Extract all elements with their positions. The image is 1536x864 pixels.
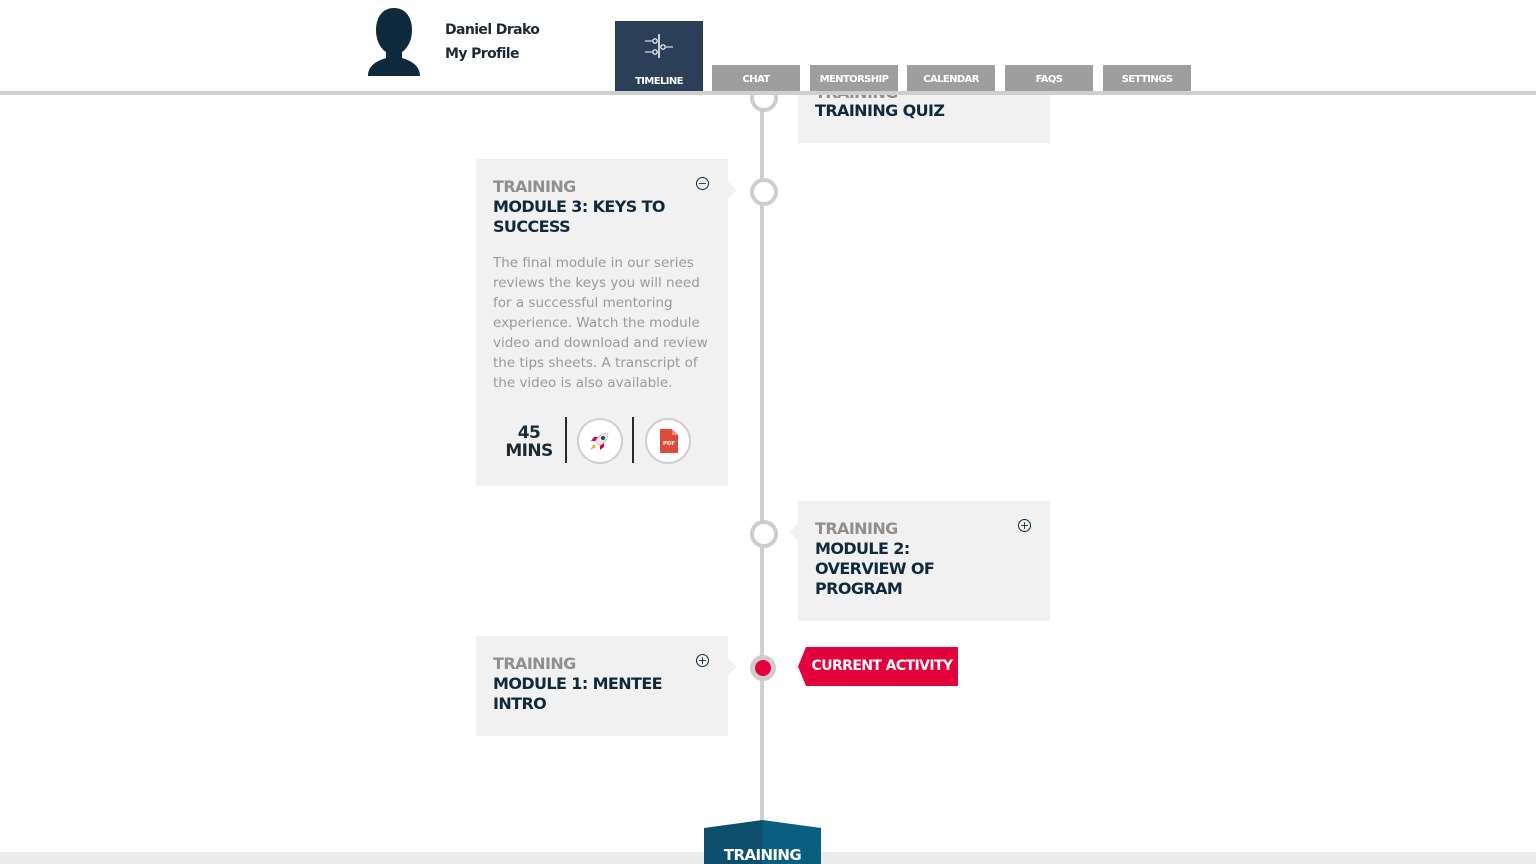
card-title-line2: OVERVIEW OF <box>815 559 935 578</box>
card-title-line2: SUCCESS <box>493 217 571 236</box>
card-title-line1: MODULE 2: <box>815 539 910 558</box>
tab-chat[interactable]: CHAT <box>712 65 800 91</box>
training-footer-label: TRAINING <box>723 846 802 864</box>
card-pointer <box>789 524 798 540</box>
rocket-icon <box>590 432 609 450</box>
launch-module-button[interactable] <box>577 418 623 464</box>
card-title-line2: INTRO <box>493 694 547 713</box>
card-description: The final module in our series reviews t… <box>493 255 708 391</box>
card-title-line1: MODULE 3: KEYS TO <box>493 197 666 216</box>
card-pointer <box>728 659 737 675</box>
tab-mentorship[interactable]: MENTORSHIP <box>810 65 898 91</box>
duration-value: 45 <box>517 423 541 443</box>
timeline-card-quiz[interactable]: TRAINING TRAINING QUIZ <box>798 83 1050 143</box>
header-divider <box>0 91 1536 95</box>
user-name: Daniel Drako <box>445 22 540 38</box>
expand-toggle-icon[interactable]: + <box>1018 519 1031 532</box>
card-title-line1: MODULE 1: MENTEE <box>493 674 663 693</box>
timeline-node <box>750 520 778 548</box>
divider <box>632 417 634 463</box>
timeline-card-module-2[interactable]: TRAINING MODULE 2: OVERVIEW OF PROGRAM + <box>798 501 1050 621</box>
duration-unit: MINS <box>505 441 553 461</box>
training-footer-tab[interactable]: TRAINING <box>704 820 821 864</box>
tab-calendar[interactable]: CALENDAR <box>907 65 995 91</box>
timeline-node-current <box>750 655 776 681</box>
expand-toggle-icon[interactable]: + <box>696 654 709 667</box>
card-category: TRAINING <box>493 177 576 196</box>
my-profile-link[interactable]: My Profile <box>445 46 520 62</box>
duration: 45 MINS <box>502 424 556 460</box>
timeline-icon <box>645 34 673 58</box>
timeline-node <box>750 178 778 206</box>
tab-faqs[interactable]: FAQS <box>1005 65 1093 91</box>
card-category: TRAINING <box>493 654 576 673</box>
top-header: Daniel Drako My Profile TIMELINE CHAT ME… <box>0 0 1536 92</box>
tab-settings[interactable]: SETTINGS <box>1103 65 1191 91</box>
card-pointer <box>728 182 737 198</box>
timeline-card-module-1[interactable]: TRAINING MODULE 1: MENTEE INTRO + <box>476 636 728 736</box>
divider <box>565 417 567 463</box>
tab-timeline-label: TIMELINE <box>635 76 683 87</box>
pdf-file-icon: PDF <box>660 429 678 453</box>
collapse-toggle-icon[interactable]: − <box>696 177 709 190</box>
card-category: TRAINING <box>815 519 898 538</box>
user-avatar-icon[interactable] <box>364 6 424 78</box>
tab-timeline[interactable]: TIMELINE <box>615 21 703 91</box>
card-title: TRAINING QUIZ <box>815 101 945 120</box>
download-pdf-button[interactable]: PDF <box>645 418 691 464</box>
card-title-line3: PROGRAM <box>815 579 903 598</box>
timeline-card-module-3[interactable]: TRAINING MODULE 3: KEYS TO SUCCESS − The… <box>476 159 728 486</box>
current-activity-badge: CURRENT ACTIVITY <box>798 647 958 686</box>
pdf-label: PDF <box>663 441 676 447</box>
